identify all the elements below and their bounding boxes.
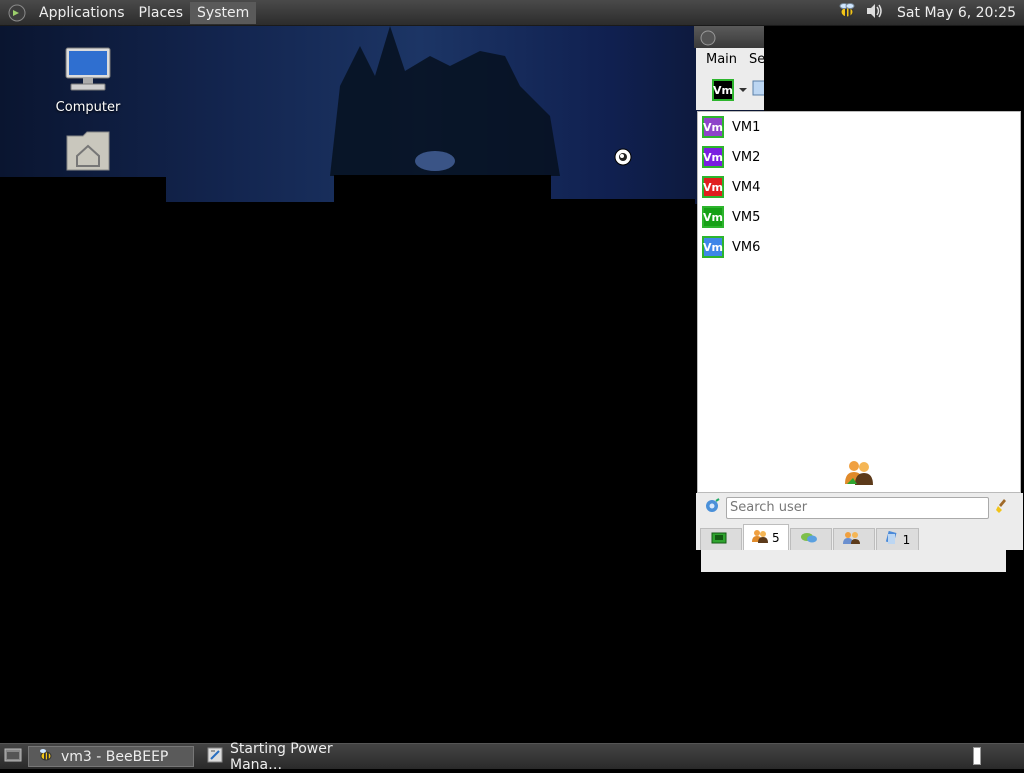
black-region: [0, 177, 166, 207]
bottom-panel: vm3 - BeeBEEP Starting Power Mana…: [0, 741, 1024, 773]
user-badge-label: Vm: [703, 120, 723, 134]
toolbar-next-icon[interactable]: [752, 79, 764, 101]
window-lower-area: [701, 550, 1006, 572]
files-icon: [885, 530, 899, 548]
task-power-manager[interactable]: Starting Power Mana…: [198, 741, 378, 773]
menu-places[interactable]: Places: [132, 2, 191, 24]
clock[interactable]: Sat May 6, 20:25: [897, 5, 1016, 21]
window-menu-icon[interactable]: [698, 28, 718, 48]
user-avatar: Vm: [702, 146, 724, 168]
user-row[interactable]: Vm VM5: [698, 202, 1020, 232]
menu-applications[interactable]: Applications: [32, 2, 132, 24]
user-row[interactable]: Vm VM2: [698, 142, 1020, 172]
black-region: [166, 202, 334, 212]
chevron-down-icon[interactable]: [738, 83, 748, 98]
user-badge-label: Vm: [713, 83, 733, 97]
user-avatar: Vm: [702, 206, 724, 228]
menu-settings[interactable]: Se: [749, 52, 764, 67]
user-name: VM1: [732, 119, 761, 135]
tab-files[interactable]: 1: [875, 528, 920, 550]
screen-icon: [711, 532, 727, 547]
desktop-computer[interactable]: Computer: [43, 46, 133, 115]
user-status-button[interactable]: Vm: [712, 79, 734, 101]
power-manager-icon: [206, 746, 224, 768]
network-icon[interactable]: [704, 497, 720, 518]
black-region: [334, 175, 551, 215]
window-toolbar: Vm: [696, 70, 764, 110]
main-menu-logo-icon[interactable]: [6, 2, 28, 24]
users-icon: [752, 529, 768, 546]
task-label: vm3 - BeeBEEP: [61, 748, 169, 765]
busy-cursor-icon: [613, 147, 633, 171]
user-row[interactable]: Vm VM6: [698, 232, 1020, 262]
groups-icon: [842, 531, 861, 548]
tab-count: 5: [772, 530, 780, 545]
bottom-tabbar: 5 1: [696, 522, 1023, 550]
tab-count: 1: [902, 532, 911, 547]
search-user-input[interactable]: [726, 496, 989, 519]
user-badge-label: Vm: [703, 180, 723, 194]
user-name: VM5: [732, 209, 761, 225]
user-avatar: Vm: [702, 116, 724, 138]
tab-screenshot[interactable]: [700, 528, 742, 550]
user-avatar: Vm: [702, 176, 724, 198]
window-menubar: Main Se: [696, 48, 764, 70]
user-badge-label: Vm: [703, 210, 723, 224]
users-group-icon: [843, 458, 875, 490]
tab-groups[interactable]: [832, 528, 875, 550]
window-titlebar[interactable]: [694, 26, 764, 48]
desktop-home-folder[interactable]: [43, 128, 133, 178]
computer-icon: [65, 47, 111, 91]
user-avatar: Vm: [702, 236, 724, 258]
tab-chats[interactable]: [789, 528, 832, 550]
user-name: VM4: [732, 179, 761, 195]
user-list: Vm VM1 Vm VM2 Vm VM4 Vm VM5 Vm VM6: [697, 111, 1021, 493]
user-row[interactable]: Vm VM4: [698, 172, 1020, 202]
top-panel: Applications Places System Sat May 6, 20…: [0, 0, 1024, 26]
user-name: VM6: [732, 239, 761, 255]
workspace-switcher[interactable]: [964, 746, 990, 766]
home-folder-icon: [66, 131, 110, 171]
wallpaper-silhouette: [330, 26, 560, 176]
search-bar: [696, 493, 1023, 522]
show-desktop-icon[interactable]: [4, 747, 22, 767]
user-badge-label: Vm: [703, 150, 723, 164]
menu-main[interactable]: Main: [706, 52, 737, 67]
user-name: VM2: [732, 149, 761, 165]
bee-icon: [37, 747, 55, 767]
user-row[interactable]: Vm VM1: [698, 112, 1020, 142]
workspace-indicator: [973, 747, 981, 765]
menu-system[interactable]: System: [190, 1, 257, 24]
desktop-icon-label: Computer: [55, 100, 121, 115]
volume-icon[interactable]: [865, 2, 883, 24]
black-region: [551, 199, 695, 209]
clear-search-icon[interactable]: [995, 498, 1011, 518]
task-beebeep[interactable]: vm3 - BeeBEEP: [28, 746, 194, 767]
tab-users[interactable]: 5: [743, 524, 789, 550]
user-badge-label: Vm: [703, 240, 723, 254]
chat-icon: [800, 531, 818, 548]
bee-tray-icon[interactable]: [837, 2, 857, 24]
